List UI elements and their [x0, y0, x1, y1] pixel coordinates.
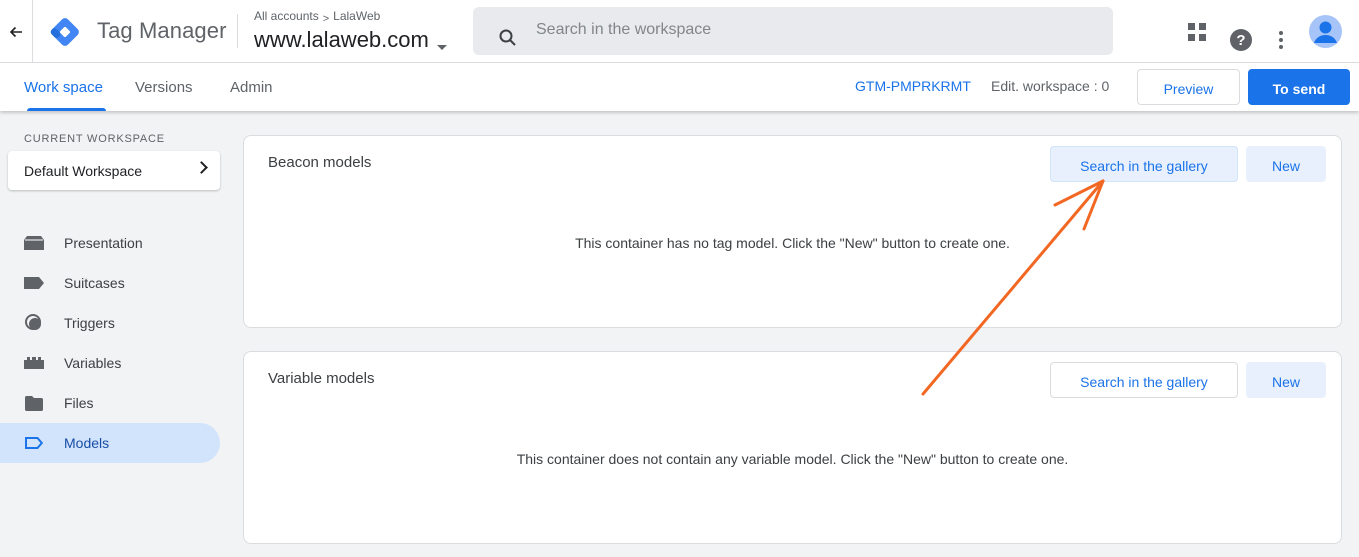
container-name: www.lalaweb.com — [254, 27, 429, 52]
product-name: Tag Manager — [97, 18, 227, 43]
tag-templates-gallery-button[interactable]: Search in the gallery — [1050, 146, 1238, 182]
tag-templates-title: Beacon models — [268, 154, 372, 171]
arrow-left-icon — [9, 26, 22, 37]
variable-templates-card: Variable models Search in the gallery Ne… — [243, 351, 1342, 544]
container-selector[interactable]: www.lalaweb.com — [254, 27, 447, 53]
workspace-selector[interactable]: Default Workspace — [8, 151, 220, 190]
apps-button[interactable] — [1186, 21, 1208, 43]
breadcrumb: All accounts > LalaWeb — [254, 9, 380, 25]
top-app-bar: Tag Manager All accounts > LalaWeb www.l… — [0, 0, 1359, 63]
back-button[interactable] — [0, 0, 33, 63]
variable-templates-title: Variable models — [268, 370, 375, 387]
tag-manager-logo-icon — [50, 18, 79, 46]
tag-templates-new-button[interactable]: New — [1246, 146, 1326, 182]
variable-templates-empty-message: This container does not contain any vari… — [516, 451, 1069, 467]
tag-templates-card: Beacon models Search in the gallery New … — [243, 135, 1342, 328]
sidebar-item-label: Variables — [64, 355, 122, 371]
sidebar-item-label: Models — [64, 435, 110, 451]
current-workspace-label: CURRENT WORKSPACE — [24, 133, 165, 145]
sidebar-item-triggers[interactable]: Triggers — [0, 303, 220, 343]
container-id-link[interactable]: GTM-PMPRKRMT — [855, 78, 971, 94]
submit-button[interactable]: To send — [1248, 69, 1350, 105]
sidebar-item-variables[interactable]: Variables — [0, 343, 220, 383]
sidebar-item-tags[interactable]: Suitcases — [0, 263, 220, 303]
breadcrumb-all-accounts[interactable]: All accounts — [254, 9, 319, 23]
sidebar-item-overview[interactable]: Presentation — [0, 223, 220, 263]
tab-workspace[interactable]: Work space — [24, 63, 106, 111]
search-input[interactable] — [536, 21, 1096, 39]
dropdown-caret-icon — [436, 44, 447, 50]
variable-templates-new-button[interactable]: New — [1246, 362, 1326, 398]
preview-button[interactable]: Preview — [1137, 69, 1240, 105]
variable-templates-gallery-button[interactable]: Search in the gallery — [1050, 362, 1238, 398]
trigger-icon — [24, 314, 44, 332]
variables-icon — [24, 354, 44, 372]
sidebar-item-label: Files — [64, 395, 94, 411]
search-icon — [499, 29, 516, 46]
chevron-right-icon — [195, 161, 208, 174]
sidebar-item-folders[interactable]: Files — [0, 383, 220, 423]
more-vert-icon[interactable] — [1272, 28, 1290, 52]
workspace-changes-count: Edit. workspace : 0 — [991, 78, 1110, 94]
account-avatar-icon[interactable] — [1309, 15, 1342, 48]
overview-icon — [24, 234, 44, 252]
folder-icon — [24, 394, 44, 412]
workspace-toolbar: Work space Versions Admin GTM-PMPRKRMT E… — [0, 63, 1359, 111]
header-divider — [237, 14, 238, 48]
sidebar-item-label: Suitcases — [64, 275, 125, 291]
sidebar-item-label: Presentation — [64, 235, 143, 251]
workspace-search[interactable] — [473, 7, 1113, 55]
apps-grid-icon — [1188, 23, 1206, 41]
workspace-name: Default Workspace — [24, 162, 143, 179]
help-icon[interactable]: ? — [1230, 29, 1252, 51]
tab-versions[interactable]: Versions — [135, 63, 193, 111]
tag-templates-empty-message: This container has no tag model. Click t… — [575, 235, 1010, 251]
tab-admin[interactable]: Admin — [230, 63, 273, 111]
sidebar-item-label: Triggers — [64, 315, 115, 331]
template-icon — [24, 434, 44, 452]
tag-icon — [24, 274, 44, 292]
sidebar-item-templates[interactable]: Models — [0, 423, 220, 463]
breadcrumb-account-name[interactable]: LalaWeb — [333, 9, 380, 23]
breadcrumb-separator: > — [322, 13, 330, 25]
